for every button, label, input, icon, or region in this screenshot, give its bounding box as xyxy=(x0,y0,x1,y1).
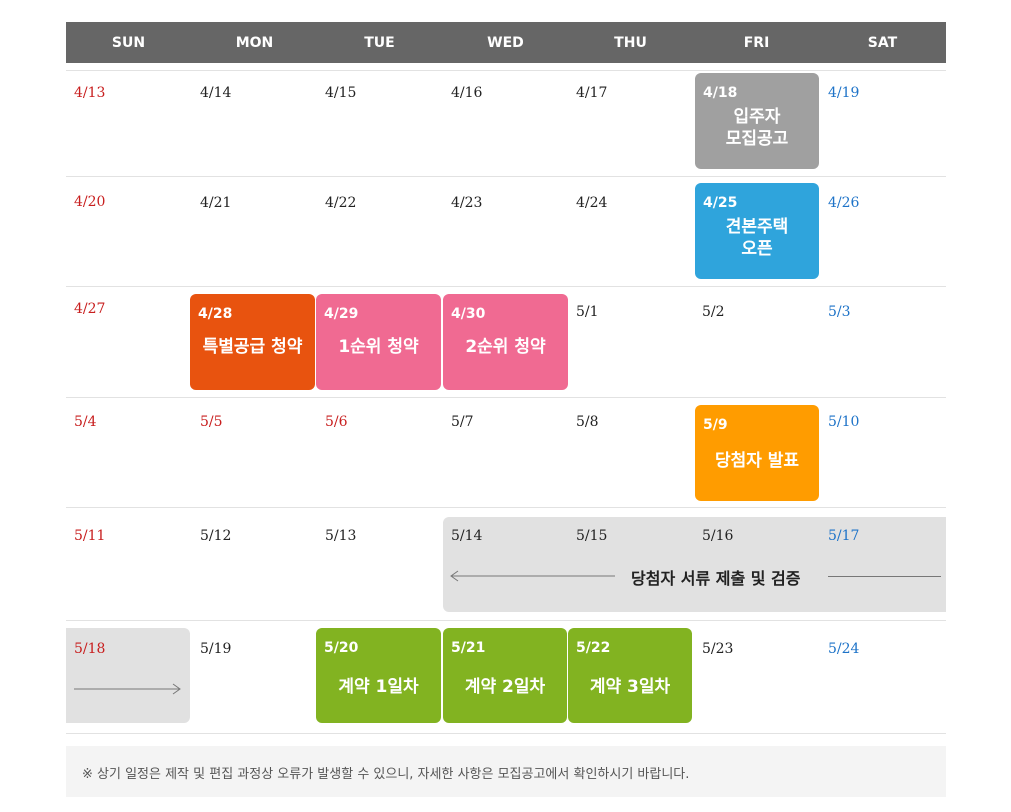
event-date: 5/21 xyxy=(451,640,486,656)
date-cell: 5/2 xyxy=(702,304,725,320)
weekday-tue: TUE xyxy=(364,35,395,51)
date-cell: 5/10 xyxy=(828,414,860,430)
event-title-line1: 견본주택 xyxy=(725,217,789,237)
event-document-review-range[interactable]: 5/14 5/15 5/16 5/17 당첨자 서류 제출 및 검증 xyxy=(443,517,946,612)
date-cell: 4/22 xyxy=(325,195,357,211)
event-contract-day1[interactable]: 5/20 계약 1일차 xyxy=(316,628,441,723)
row-divider xyxy=(66,176,946,177)
event-second-priority[interactable]: 4/30 2순위 청약 xyxy=(443,294,568,390)
weekday-sat: SAT xyxy=(867,35,898,51)
date-cell-holiday: 5/6 xyxy=(325,414,348,430)
date-cell: 5/18 xyxy=(74,641,106,657)
date-cell: 5/1 xyxy=(576,304,599,320)
date-cell: 5/24 xyxy=(828,641,860,657)
weekday-wed: WED xyxy=(487,35,524,51)
weekday-sun: SUN xyxy=(111,35,146,51)
arrow-right-icon xyxy=(74,683,181,695)
event-date: 5/9 xyxy=(703,417,728,433)
event-title-line2: 모집공고 xyxy=(725,129,789,149)
date-cell: 5/23 xyxy=(702,641,734,657)
event-special-supply[interactable]: 4/28 특별공급 청약 xyxy=(190,294,315,390)
date-cell: 4/21 xyxy=(200,195,232,211)
date-cell: 4/16 xyxy=(451,85,483,101)
date-cell: 5/13 xyxy=(325,528,357,544)
event-title: 계약 2일차 xyxy=(464,677,546,697)
date-cell: 5/15 xyxy=(576,528,608,544)
event-contract-day2[interactable]: 5/21 계약 2일차 xyxy=(443,628,567,723)
date-cell: 5/4 xyxy=(74,414,97,430)
date-cell: 5/14 xyxy=(451,528,483,544)
event-first-priority[interactable]: 4/29 1순위 청약 xyxy=(316,294,441,390)
row-divider xyxy=(66,733,946,734)
event-date: 4/18 xyxy=(703,85,738,101)
date-cell: 5/19 xyxy=(200,641,232,657)
event-title: 2순위 청약 xyxy=(465,337,546,357)
date-cell: 4/23 xyxy=(451,195,483,211)
event-contract-day3[interactable]: 5/22 계약 3일차 xyxy=(568,628,692,723)
event-document-review-continuation[interactable]: 5/18 xyxy=(66,628,190,723)
date-cell: 5/16 xyxy=(702,528,734,544)
date-cell: 4/15 xyxy=(325,85,357,101)
event-title: 당첨자 발표 xyxy=(714,451,800,471)
date-cell: 5/7 xyxy=(451,414,474,430)
event-announcement[interactable]: 4/18 입주자 모집공고 xyxy=(695,73,819,169)
event-title: 당첨자 서류 제출 및 검증 xyxy=(631,569,801,588)
row-divider xyxy=(66,397,946,398)
date-cell: 4/24 xyxy=(576,195,608,211)
date-cell: 4/26 xyxy=(828,195,860,211)
event-title: 계약 3일차 xyxy=(589,677,671,697)
row-divider xyxy=(66,620,946,621)
arrow-left-icon xyxy=(450,570,615,582)
event-date: 5/20 xyxy=(324,640,359,656)
weekday-thu: THU xyxy=(614,35,647,51)
weekday-fri: FRI xyxy=(743,35,770,51)
weekday-header: SUN MON TUE WED THU FRI SAT xyxy=(66,22,946,63)
event-title: 계약 1일차 xyxy=(338,677,419,697)
date-cell-holiday: 5/5 xyxy=(200,414,223,430)
date-cell: 4/14 xyxy=(200,85,232,101)
date-cell: 5/3 xyxy=(828,304,851,320)
date-cell: 4/17 xyxy=(576,85,608,101)
footnote-box: ※ 상기 일정은 제작 및 편집 과정상 오류가 발생할 수 있으니, 자세한 … xyxy=(66,746,946,797)
row-divider xyxy=(66,507,946,508)
date-cell: 5/8 xyxy=(576,414,599,430)
row-divider xyxy=(66,286,946,287)
event-date: 4/25 xyxy=(703,195,738,211)
event-date: 4/29 xyxy=(324,306,359,322)
event-title: 특별공급 청약 xyxy=(202,337,303,357)
date-cell: 5/17 xyxy=(828,528,860,544)
date-cell: 5/11 xyxy=(74,528,106,544)
event-title-line2: 오픈 xyxy=(741,239,773,259)
event-title: 1순위 청약 xyxy=(338,337,419,357)
weekday-mon: MON xyxy=(235,35,274,51)
event-winner-announcement[interactable]: 5/9 당첨자 발표 xyxy=(695,405,819,501)
event-date: 4/30 xyxy=(451,306,486,322)
footnote-text: ※ 상기 일정은 제작 및 편집 과정상 오류가 발생할 수 있으니, 자세한 … xyxy=(82,767,690,782)
date-cell: 4/19 xyxy=(828,85,860,101)
date-cell: 5/12 xyxy=(200,528,232,544)
date-cell: 4/13 xyxy=(74,85,106,101)
event-title-line1: 입주자 xyxy=(733,107,781,127)
event-model-house-open[interactable]: 4/25 견본주택 오픈 xyxy=(695,183,819,279)
range-line xyxy=(828,576,941,577)
date-cell: 4/20 xyxy=(74,194,106,210)
date-cell: 4/27 xyxy=(74,301,106,317)
event-date: 5/22 xyxy=(576,640,611,656)
event-date: 4/28 xyxy=(198,306,233,322)
row-divider xyxy=(66,70,946,71)
